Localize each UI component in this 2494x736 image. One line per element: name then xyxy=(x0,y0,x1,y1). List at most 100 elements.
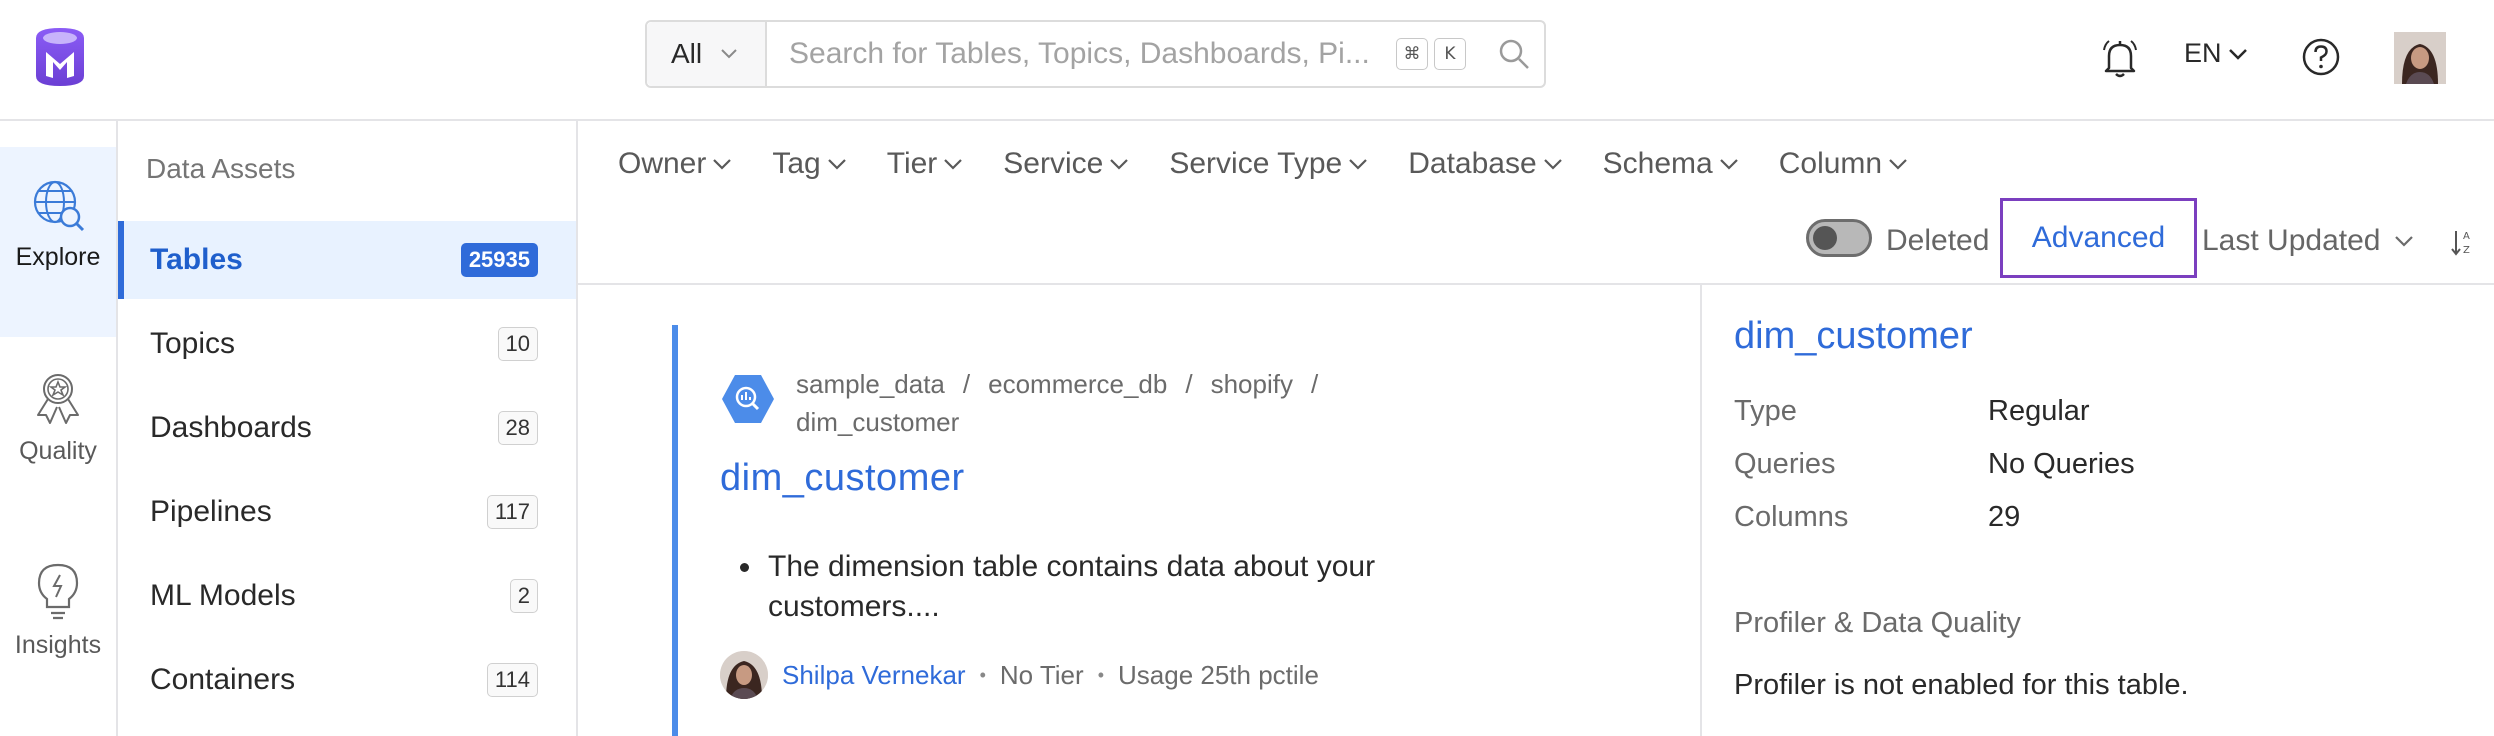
language-value: EN xyxy=(2184,38,2222,68)
asset-tab-dashboards[interactable]: Dashboards 28 xyxy=(118,389,576,467)
chevron-down-icon xyxy=(1889,159,1907,170)
asset-count-badge: 25935 xyxy=(460,243,538,277)
filter-bar: Owner Tag Tier Service Service Type Data… xyxy=(578,121,2494,285)
asset-tab-pipelines[interactable]: Pipelines 117 xyxy=(118,473,576,551)
user-avatar[interactable] xyxy=(2394,32,2446,84)
filter-label: Service Type xyxy=(1169,147,1343,180)
summary-title-link[interactable]: dim_customer xyxy=(1734,315,1973,358)
chevron-down-icon xyxy=(1110,159,1129,170)
sort-field-value: Last Updated xyxy=(2202,224,2381,257)
search-input[interactable] xyxy=(767,22,1396,86)
asset-count-badge: 2 xyxy=(509,579,538,613)
filter-service[interactable]: Service xyxy=(1003,147,1129,181)
asset-tab-tables[interactable]: Tables 25935 xyxy=(118,221,576,299)
result-description: The dimension table contains data about … xyxy=(720,547,1480,627)
chevron-down-icon xyxy=(1543,159,1562,170)
toggle-knob xyxy=(1813,226,1837,250)
data-assets-heading: Data Assets xyxy=(146,153,296,184)
search-icon xyxy=(1499,39,1529,69)
asset-count-badge: 117 xyxy=(486,495,538,529)
search-button[interactable] xyxy=(1484,22,1544,86)
breadcrumb-separator: / xyxy=(1310,369,1319,399)
filter-label: Owner xyxy=(618,147,707,180)
notifications-button[interactable] xyxy=(2100,36,2140,80)
asset-tab-label: ML Models xyxy=(150,579,296,612)
asset-tab-containers[interactable]: Containers 114 xyxy=(118,641,576,719)
owner-link[interactable]: Shilpa Vernekar xyxy=(782,660,966,691)
summary-value: 29 xyxy=(1988,501,2021,533)
summary-row-columns: Columns 29 xyxy=(1734,501,2020,534)
filter-label: Schema xyxy=(1602,147,1713,180)
chevron-down-icon xyxy=(1719,159,1738,170)
deleted-toggle[interactable] xyxy=(1806,219,1872,257)
nav-item-quality[interactable]: Quality xyxy=(0,361,116,521)
search-scope-value: All xyxy=(671,38,703,69)
summary-value: No Queries xyxy=(1988,448,2135,480)
sort-order-button[interactable]: A Z xyxy=(2450,227,2476,262)
asset-count-badge: 10 xyxy=(497,327,538,361)
summary-key: Queries xyxy=(1734,448,1836,480)
asset-tab-label: Tables xyxy=(150,243,243,276)
asset-tab-label: Containers xyxy=(150,663,296,696)
tier-value: No Tier xyxy=(999,659,1084,690)
filter-schema[interactable]: Schema xyxy=(1603,147,1739,181)
result-meta: Shilpa Vernekar • No Tier • Usage 25th p… xyxy=(720,651,1319,699)
sort-ascending-icon: A Z xyxy=(2451,231,2470,256)
chevron-down-icon xyxy=(827,159,846,170)
search-scope-select[interactable]: All xyxy=(647,22,767,86)
usage-value: Usage 25th pctile xyxy=(1118,659,1319,690)
explore-icon xyxy=(33,180,85,232)
filter-label: Database xyxy=(1408,147,1537,180)
result-title-link[interactable]: dim_customer xyxy=(720,457,965,500)
summary-row-queries: Queries No Queries xyxy=(1734,448,2135,481)
chevron-down-icon xyxy=(2395,236,2414,247)
owner-avatar xyxy=(720,651,768,699)
asset-tab-label: Dashboards xyxy=(150,411,312,444)
profiler-section-heading: Profiler & Data Quality xyxy=(1734,607,2021,639)
result-card[interactable]: sample_data / ecommerce_db / shopify / dim_cus… xyxy=(672,325,1672,736)
breadcrumb-service[interactable]: sample_data xyxy=(796,369,945,399)
k-key-hint: K xyxy=(1434,38,1466,70)
nav-item-explore[interactable]: Explore xyxy=(0,147,116,337)
asset-tab-ml-models[interactable]: ML Models 2 xyxy=(118,557,576,635)
search-results-list: sample_data / ecommerce_db / shopify / dim_cus… xyxy=(578,285,1702,736)
meta-separator: • xyxy=(979,664,986,685)
bigquery-service-icon xyxy=(720,371,776,427)
summary-row-type: Type Regular xyxy=(1734,395,2090,428)
breadcrumb-schema[interactable]: shopify xyxy=(1211,369,1293,399)
top-navbar: All ⌘ K EN xyxy=(0,0,2494,121)
command-key-hint: ⌘ xyxy=(1396,38,1428,70)
asset-count-badge: 28 xyxy=(497,411,538,445)
chevron-down-icon xyxy=(944,159,963,170)
filter-service-type[interactable]: Service Type xyxy=(1169,147,1368,181)
nav-item-insights[interactable]: Insights xyxy=(0,553,116,723)
help-button[interactable] xyxy=(2300,36,2342,78)
asset-tab-label: Topics xyxy=(150,327,236,360)
breadcrumb-database[interactable]: ecommerce_db xyxy=(988,369,1167,399)
filter-column[interactable]: Column xyxy=(1779,147,1908,181)
svg-text:Z: Z xyxy=(2463,245,2470,256)
filter-database[interactable]: Database xyxy=(1408,147,1562,181)
summary-key: Columns xyxy=(1734,501,1849,533)
filter-label: Service xyxy=(1003,147,1104,180)
breadcrumb-table: dim_customer xyxy=(796,407,960,437)
asset-tab-topics[interactable]: Topics 10 xyxy=(118,305,576,383)
bullet-point xyxy=(740,563,749,572)
result-description-text: The dimension table contains data about … xyxy=(768,550,1376,623)
summary-key: Type xyxy=(1734,395,1797,427)
chevron-down-icon xyxy=(721,49,737,59)
advanced-search-button[interactable]: Advanced xyxy=(2000,198,2197,278)
filter-tag[interactable]: Tag xyxy=(772,147,846,181)
summary-value: Regular xyxy=(1988,395,2090,427)
filter-owner[interactable]: Owner xyxy=(618,147,732,181)
nav-label-quality: Quality xyxy=(19,437,97,465)
nav-label-explore: Explore xyxy=(15,243,101,271)
openmetadata-logo-icon[interactable] xyxy=(32,24,88,90)
advanced-label: Advanced xyxy=(2031,221,2166,254)
sort-field-select[interactable]: Last Updated xyxy=(2202,224,2414,258)
entity-summary-panel: dim_customer Type Regular Queries No Que… xyxy=(1702,285,2494,736)
filter-tier[interactable]: Tier xyxy=(887,147,964,181)
language-selector[interactable]: EN xyxy=(2184,38,2248,69)
svg-text:A: A xyxy=(2463,231,2470,242)
chevron-down-icon xyxy=(713,159,732,170)
